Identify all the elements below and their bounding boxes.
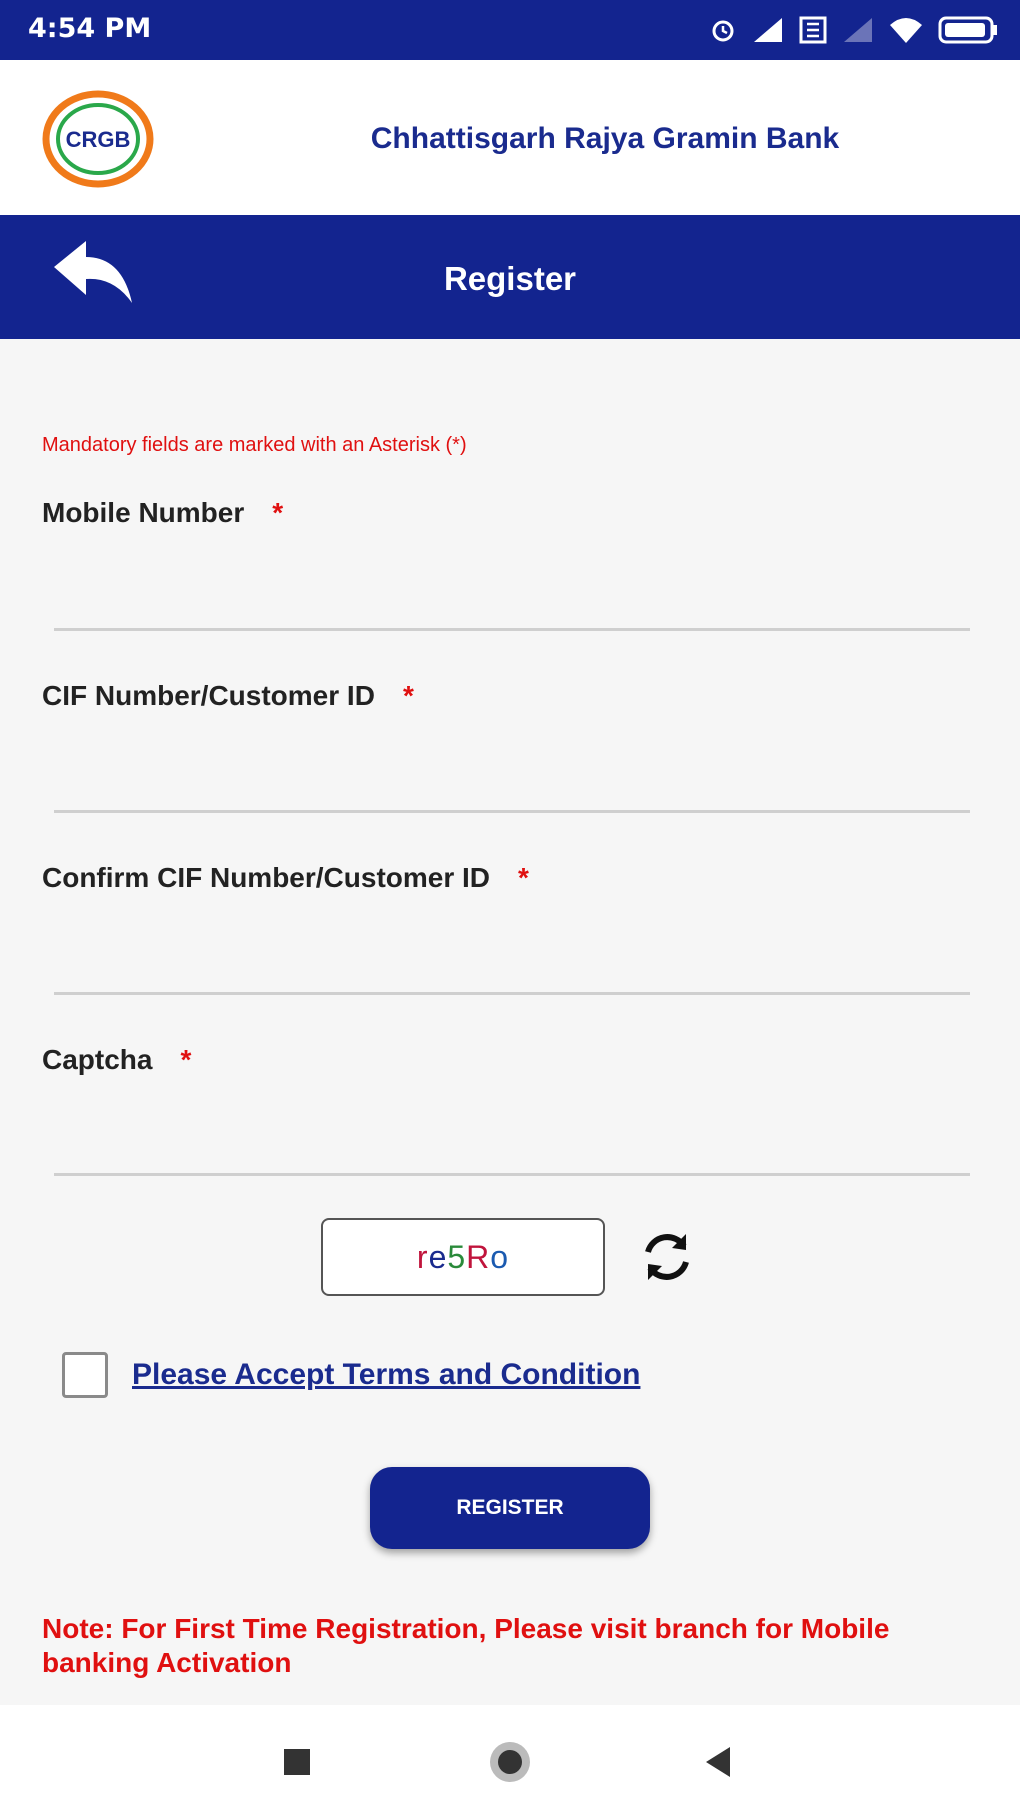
recents-icon[interactable] — [272, 1737, 322, 1787]
registration-note: Note: For First Time Registration, Pleas… — [42, 1613, 890, 1678]
refresh-icon[interactable] — [636, 1226, 698, 1288]
mandatory-note: Mandatory fields are marked with an Aste… — [42, 434, 467, 456]
home-icon[interactable] — [485, 1737, 535, 1787]
battery-icon — [938, 16, 997, 44]
data-icon — [799, 16, 827, 44]
captcha-label-text: Captcha — [42, 1044, 153, 1075]
required-asterisk: * — [402, 680, 414, 711]
signal-weak-icon — [844, 18, 872, 42]
confirm-cif-label: Confirm CIF Number/Customer ID * — [42, 862, 529, 894]
mobile-number-label: Mobile Number * — [42, 497, 283, 529]
required-asterisk: * — [180, 1044, 192, 1075]
page-title: Register — [443, 260, 577, 297]
mobile-number-input[interactable] — [54, 566, 970, 631]
captcha-char: e — [428, 1239, 448, 1275]
terms-checkbox[interactable] — [62, 1352, 108, 1398]
status-icons — [708, 12, 998, 48]
cif-number-label-text: CIF Number/Customer ID — [42, 680, 375, 711]
title-bar: Register — [0, 215, 1020, 339]
captcha-input[interactable] — [54, 1111, 970, 1176]
brand-header: CRGB Chhattisgarh Rajya Gramin Bank — [0, 60, 1020, 215]
signal-icon — [754, 18, 782, 42]
back-icon[interactable] — [694, 1737, 744, 1787]
captcha-text: re5Ro — [417, 1239, 509, 1275]
wifi-icon — [890, 18, 922, 43]
alarm-icon — [712, 20, 734, 42]
captcha-char: R — [466, 1239, 491, 1275]
register-button[interactable]: REGISTER — [370, 1467, 650, 1549]
captcha-char: 5 — [447, 1239, 467, 1275]
cif-number-input[interactable] — [54, 748, 970, 813]
captcha-char: r — [416, 1239, 429, 1275]
required-asterisk: * — [518, 862, 529, 893]
system-nav-bar — [0, 1705, 1020, 1819]
status-time: 4:54 PM — [28, 13, 152, 44]
status-bar: 4:54 PM — [0, 0, 1020, 60]
mobile-number-label-text: Mobile Number — [42, 497, 245, 528]
bank-logo: CRGB — [42, 90, 154, 188]
confirm-cif-label-text: Confirm CIF Number/Customer ID — [42, 862, 491, 893]
bank-name: Chhattisgarh Rajya Gramin Bank — [370, 122, 840, 155]
terms-link[interactable]: Please Accept Terms and Condition — [132, 1358, 640, 1392]
cif-number-label: CIF Number/Customer ID * — [42, 680, 414, 712]
confirm-cif-input[interactable] — [54, 930, 970, 995]
captcha-label: Captcha * — [42, 1044, 191, 1076]
captcha-image: re5Ro — [321, 1218, 605, 1296]
captcha-char: o — [490, 1239, 510, 1275]
logo-text: CRGB — [66, 127, 131, 152]
required-asterisk: * — [272, 497, 284, 528]
